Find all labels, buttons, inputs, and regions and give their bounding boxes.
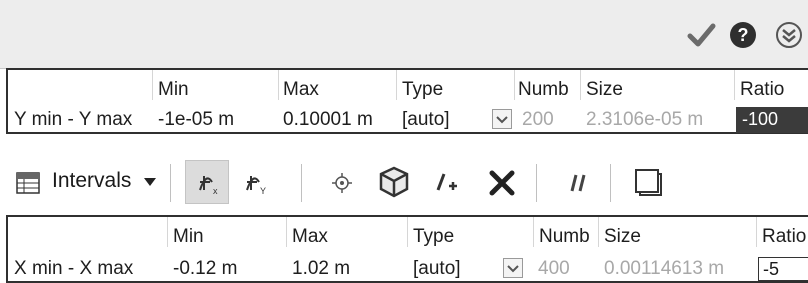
y-axis-icon[interactable]: Y [243,170,269,196]
add-point-icon[interactable] [432,168,460,196]
header-max: Max [292,226,328,247]
header-ratio: Ratio [762,226,807,247]
header-size: Size [586,79,623,100]
table-icon [16,172,40,194]
x-axis-icon[interactable]: x [196,170,222,196]
cube-icon[interactable] [377,165,411,199]
target-icon[interactable] [330,171,354,195]
dropdown-arrow-icon[interactable] [143,177,157,187]
header-min: Min [173,226,204,247]
header-type: Type [413,226,455,247]
header-max: Max [283,79,319,100]
title-bar: ? [0,0,808,69]
y-ratio-value[interactable]: -100 [736,107,808,133]
x-type-value[interactable]: [auto] [413,258,461,280]
pair-icon[interactable] [565,171,591,195]
svg-text:x: x [213,186,218,196]
chevron-down-icon[interactable] [492,109,512,129]
row-label: X min - X max [14,258,134,279]
header-type: Type [402,79,444,100]
y-size-value: 2.3106e-05 m [586,109,704,130]
checkmark-icon[interactable] [686,20,716,50]
x-size-value: 0.00114613 m [604,258,725,279]
header-min: Min [158,79,189,100]
x-range-grid: Min Max Type Numb Size Ratio X min - X m… [6,215,808,283]
y-type-value[interactable]: [auto] [402,109,450,131]
x-number-value[interactable]: 400 [538,258,570,280]
x-max-value[interactable]: 1.02 m [292,258,350,280]
box-icon[interactable] [632,166,664,198]
header-number: Numb [539,226,590,247]
header-size: Size [604,226,641,247]
svg-text:?: ? [738,25,749,45]
x-min-value[interactable]: -0.12 m [173,258,237,280]
svg-text:Y: Y [260,186,266,196]
header-number: Numb [518,79,569,100]
chevron-down-icon[interactable] [503,258,523,278]
intervals-label[interactable]: Intervals [52,169,131,193]
header-ratio: Ratio [740,79,785,100]
y-range-grid: Min Max Type Numb Size Ratio Y min - Y m… [6,68,808,134]
intervals-toolbar: Intervals x Y [0,150,808,215]
y-number-value[interactable]: 200 [522,109,554,131]
y-min-value[interactable]: -1e-05 m [158,109,234,131]
x-ratio-input[interactable]: -5 [758,257,808,281]
help-icon[interactable]: ? [728,20,758,50]
row-label: Y min - Y max [14,109,133,130]
collapse-icon[interactable] [774,20,804,50]
delete-icon[interactable] [487,168,517,198]
y-max-value[interactable]: 0.10001 m [283,109,373,131]
